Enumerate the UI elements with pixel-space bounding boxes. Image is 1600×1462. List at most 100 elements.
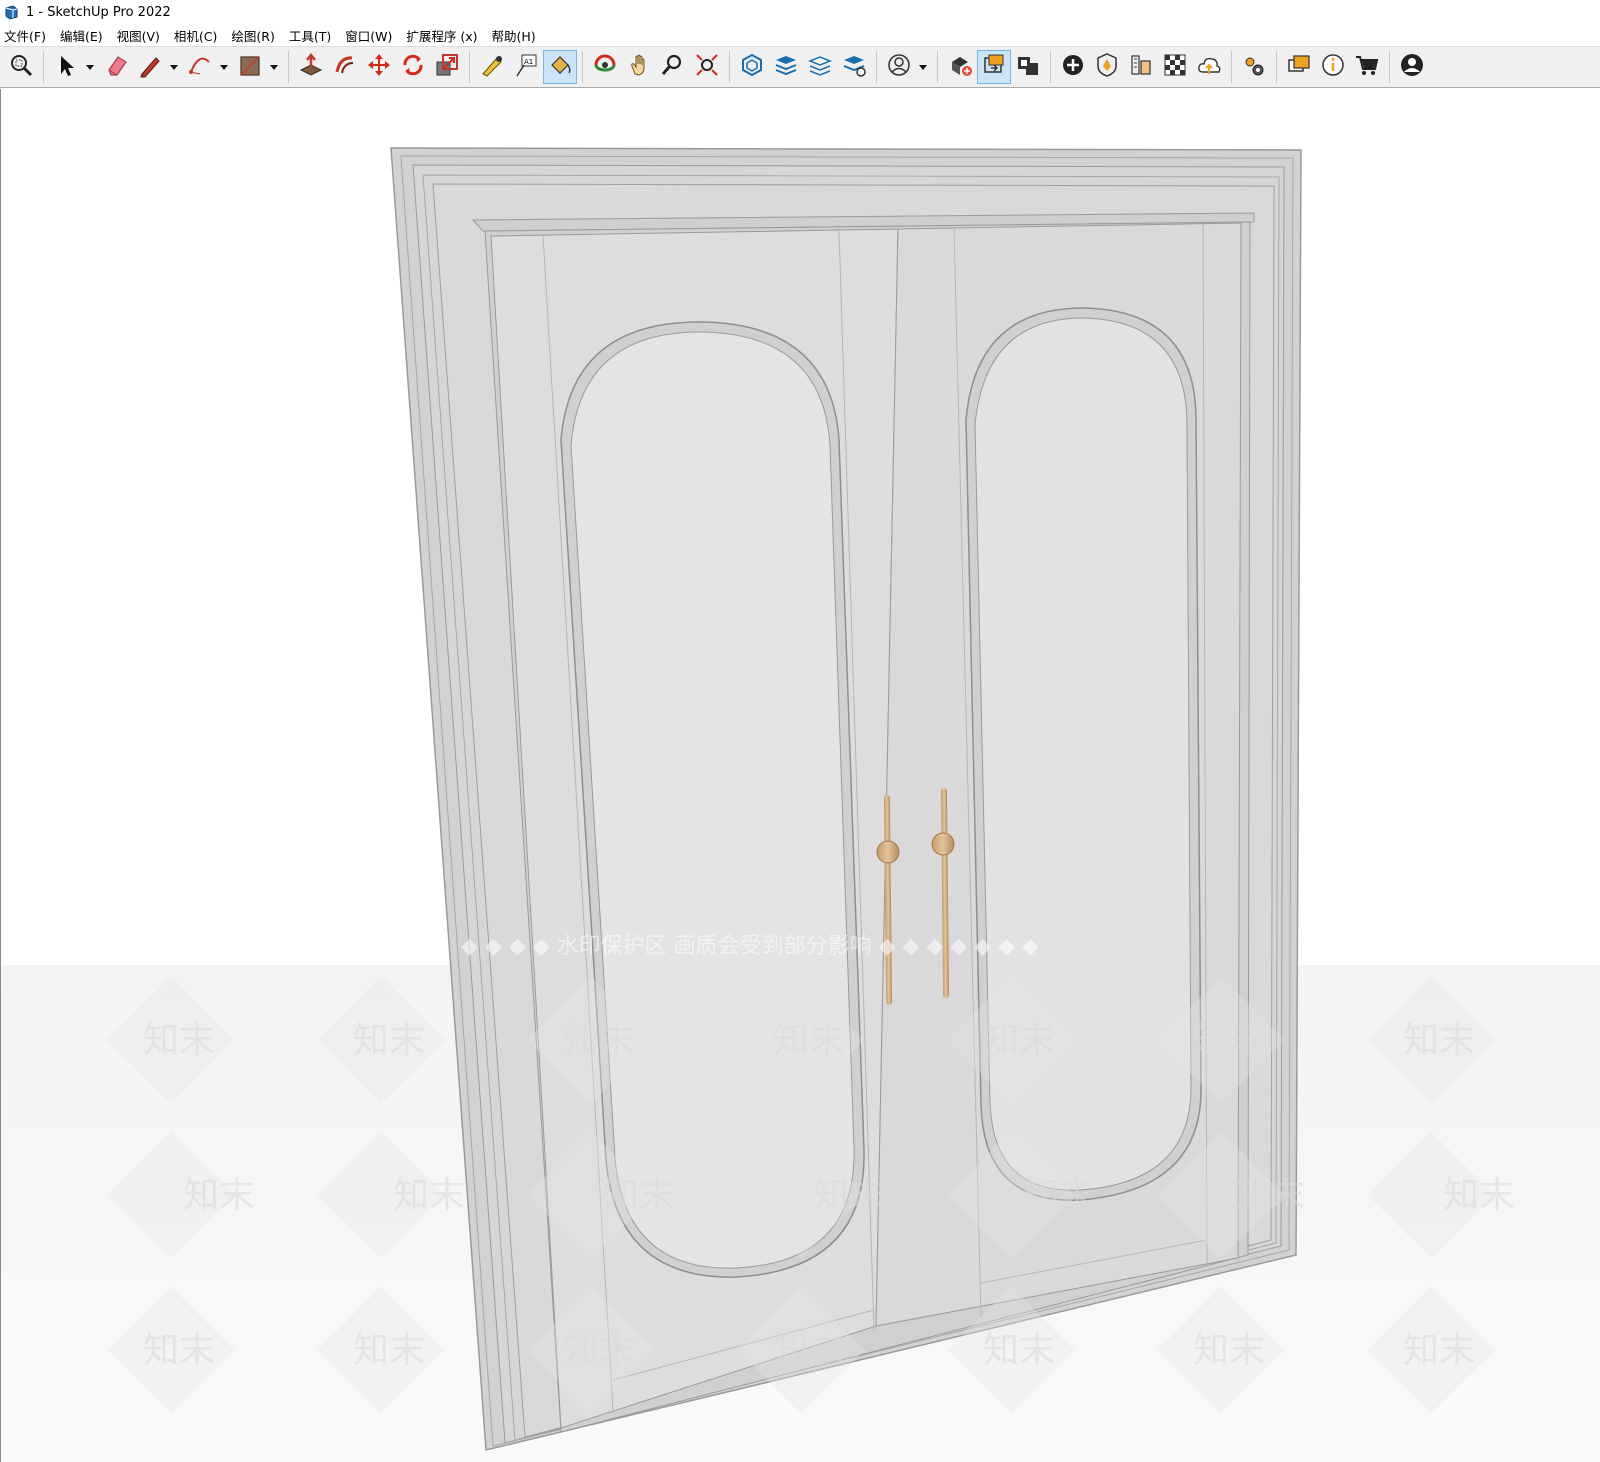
menu-item-0[interactable]: 文件(F): [4, 26, 46, 45]
menu-item-2[interactable]: 视图(V): [117, 26, 160, 45]
zoom-extents-icon: [694, 52, 720, 82]
zoom-window-tool-button[interactable]: [4, 50, 38, 84]
profile-builder-icon: [1128, 52, 1154, 82]
toolbar-separator: [1231, 51, 1232, 83]
watermark-mark: 知末: [143, 1020, 215, 1061]
zoom-icon: [660, 52, 686, 82]
scale-tool-button[interactable]: [430, 50, 464, 84]
cart-tool-button[interactable]: [1350, 50, 1384, 84]
watermark-mark: 知末: [1023, 1175, 1095, 1216]
paint-bucket-tool-button[interactable]: [543, 50, 577, 84]
account-icon: [886, 52, 912, 82]
settings-gears-tool-button[interactable]: [1237, 50, 1271, 84]
pan-tool-button[interactable]: [622, 50, 656, 84]
add-location-tool-button[interactable]: [943, 50, 977, 84]
layout-send-tool-button[interactable]: [803, 50, 837, 84]
rotate-tool-button[interactable]: [396, 50, 430, 84]
watermark-mark: 知末: [773, 1330, 845, 1371]
extension-warehouse-tool-button[interactable]: [769, 50, 803, 84]
sketchup-app-icon: [4, 4, 19, 20]
door-model-scene[interactable]: ◆ ◆ ◆ ◆ 水印保护区 画质会受到部分影响 ◆ ◆ ◆ ◆ ◆ ◆ ◆ 知末…: [1, 89, 1600, 1462]
user-profile-tool-button[interactable]: [1395, 50, 1429, 84]
watermark-mark: 知末: [813, 1175, 885, 1216]
zoom-window-icon: [8, 52, 34, 82]
watermark-mark: 知末: [983, 1330, 1055, 1371]
rotate-icon: [400, 52, 426, 82]
pencil-line-tool-button[interactable]: [133, 50, 167, 84]
chevron-down-icon[interactable]: [167, 50, 181, 84]
select-tool-button[interactable]: [49, 50, 83, 84]
toolbar-separator: [729, 51, 730, 83]
menu-bar: 文件(F) 编辑(E) 视图(V) 相机(C) 绘图(R) 工具(T) 窗口(W) 扩展程序 …: [0, 24, 1600, 46]
user-profile-icon: [1399, 52, 1425, 82]
extension-manager-tool-button[interactable]: [837, 50, 871, 84]
push-pull-icon: [298, 52, 324, 82]
watermark-mark: 知末: [1403, 1020, 1475, 1061]
window-title: 1 - SketchUp Pro 2022: [26, 4, 171, 20]
watermark-mark: 知末: [773, 1020, 845, 1061]
extension-manager-icon: [841, 52, 867, 82]
rectangle-icon: [237, 52, 263, 82]
watermark-mark: 知末: [1233, 1175, 1305, 1216]
select-icon: [53, 52, 79, 82]
chevron-down-icon[interactable]: [916, 50, 930, 84]
zoom-extents-tool-button[interactable]: [690, 50, 724, 84]
main-toolbar: A1: [0, 46, 1600, 88]
watermark-mark: 知末: [603, 1175, 675, 1216]
orbit-icon: [592, 52, 618, 82]
toolbar-separator: [288, 51, 289, 83]
add-tool-button[interactable]: [1056, 50, 1090, 84]
menu-item-4[interactable]: 绘图(R): [231, 26, 274, 45]
menu-item-1[interactable]: 编辑(E): [60, 26, 103, 45]
solid-inspector-tool-button[interactable]: [1090, 50, 1124, 84]
left-glass-panel: [570, 331, 855, 1269]
cloud-upload-tool-button[interactable]: [1192, 50, 1226, 84]
model-viewport[interactable]: ◆ ◆ ◆ ◆ 水印保护区 画质会受到部分影响 ◆ ◆ ◆ ◆ ◆ ◆ ◆ 知末…: [0, 89, 1600, 1462]
info-icon: [1320, 52, 1346, 82]
watermark-mark: 知末: [563, 1330, 635, 1371]
push-pull-tool-button[interactable]: [294, 50, 328, 84]
profile-builder-tool-button[interactable]: [1124, 50, 1158, 84]
sandbox-tool-button[interactable]: [977, 50, 1011, 84]
watermark-mark: 知末: [1443, 1175, 1515, 1216]
menu-item-8[interactable]: 帮助(H): [492, 26, 536, 45]
orbit-tool-button[interactable]: [588, 50, 622, 84]
toolbar-separator: [876, 51, 877, 83]
sandbox-icon: [981, 52, 1007, 82]
solid-inspector-icon: [1094, 52, 1120, 82]
eraser-tool-button[interactable]: [99, 50, 133, 84]
chevron-down-icon[interactable]: [217, 50, 231, 84]
toolbar-separator: [43, 51, 44, 83]
offset-icon: [332, 52, 358, 82]
zoom-tool-button[interactable]: [656, 50, 690, 84]
warehouse-3d-icon: [739, 52, 765, 82]
menu-item-6[interactable]: 窗口(W): [345, 26, 392, 45]
tape-measure-tool-button[interactable]: [475, 50, 509, 84]
pan-icon: [626, 52, 652, 82]
svg-text:A1: A1: [524, 58, 533, 66]
watermark-mark: 知末: [183, 1175, 255, 1216]
scene-camera-tool-button[interactable]: [1011, 50, 1045, 84]
comments-tool-button[interactable]: [1282, 50, 1316, 84]
checker-tool-button[interactable]: [1158, 50, 1192, 84]
arc-icon: [187, 52, 213, 82]
menu-item-7[interactable]: 扩展程序 (x): [406, 26, 477, 45]
text-tool-button[interactable]: A1: [509, 50, 543, 84]
chevron-down-icon[interactable]: [267, 50, 281, 84]
offset-tool-button[interactable]: [328, 50, 362, 84]
warehouse-3d-tool-button[interactable]: [735, 50, 769, 84]
layout-send-icon: [807, 52, 833, 82]
menu-item-3[interactable]: 相机(C): [174, 26, 217, 45]
rectangle-tool-button[interactable]: [233, 50, 267, 84]
extension-warehouse-icon: [773, 52, 799, 82]
toolbar-separator: [1050, 51, 1051, 83]
menu-item-5[interactable]: 工具(T): [289, 26, 331, 45]
move-tool-button[interactable]: [362, 50, 396, 84]
account-tool-button[interactable]: [882, 50, 916, 84]
settings-gears-icon: [1241, 52, 1267, 82]
chevron-down-icon[interactable]: [83, 50, 97, 84]
info-tool-button[interactable]: [1316, 50, 1350, 84]
watermark-mark: 知末: [393, 1175, 465, 1216]
arc-tool-button[interactable]: [183, 50, 217, 84]
watermark-mark: 知末: [1193, 1020, 1265, 1061]
